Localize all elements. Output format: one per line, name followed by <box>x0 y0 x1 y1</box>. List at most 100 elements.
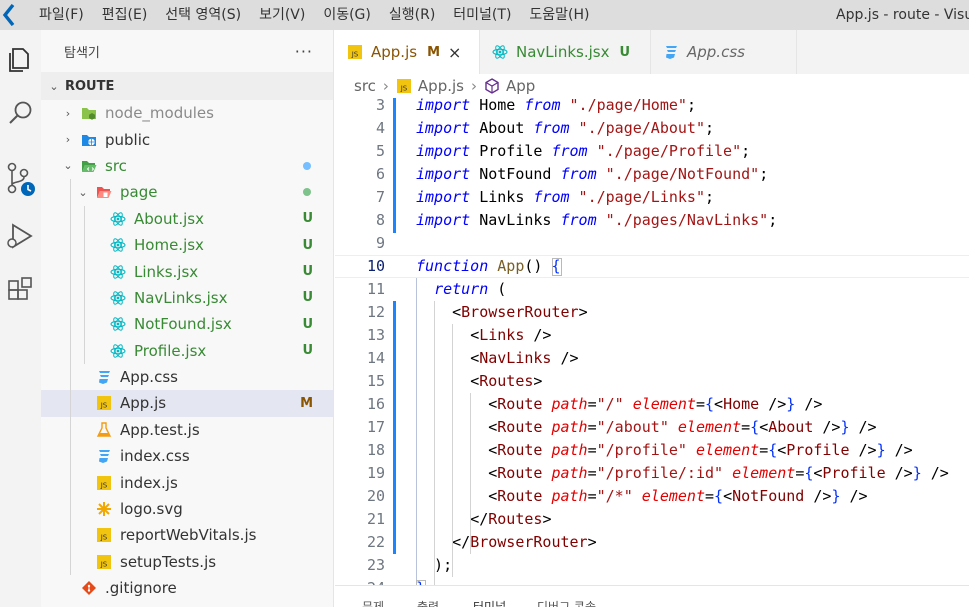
tree-item-index-js[interactable]: JS index.js <box>41 469 333 496</box>
code-line: 22 </BrowserRouter> <box>335 531 969 554</box>
code-token: element <box>632 487 705 505</box>
code-token: element <box>668 418 742 436</box>
tree-item-node-modules[interactable]: › node_modules <box>41 100 333 126</box>
code-token: < <box>488 441 498 459</box>
breadcrumb-file[interactable]: App.js <box>418 77 464 95</box>
workspace-section-header[interactable]: ⌄ ROUTE <box>41 72 333 100</box>
tree-item-public[interactable]: › public <box>41 126 333 152</box>
menu-item[interactable]: 편집(E) <box>93 0 157 30</box>
js-icon: JS <box>96 527 112 543</box>
code-token: path <box>542 441 588 459</box>
tree-item-profile-jsx[interactable]: Profile.jsx U <box>41 337 333 364</box>
tab-app-css[interactable]: App.css <box>651 30 797 74</box>
code-token: Route <box>497 418 543 436</box>
tab-app-js[interactable]: JS App.js M × <box>335 30 480 74</box>
code-line: 12 <BrowserRouter> <box>335 301 969 324</box>
source-control-icon[interactable] <box>0 154 41 204</box>
code-token: = <box>587 487 597 505</box>
tree-item-setuptests-js[interactable]: JS setupTests.js <box>41 548 333 576</box>
code-token: ; <box>686 98 696 114</box>
code-token: "./page/About" <box>569 119 705 137</box>
code-token: ; <box>759 165 769 183</box>
tree-item-gitignore[interactable]: .gitignore <box>41 575 333 601</box>
tab-problems[interactable]: 문제 <box>362 598 384 607</box>
tree-item-navlinks-jsx[interactable]: NavLinks.jsx U <box>41 284 333 312</box>
js-icon: JS <box>96 475 112 491</box>
tree-item-app-css[interactable]: App.css <box>41 363 333 391</box>
more-actions-icon[interactable]: ··· <box>295 42 313 61</box>
line-code: <NavLinks /> <box>416 347 578 370</box>
tab-navlinks-jsx[interactable]: NavLinks.jsx U <box>480 30 651 74</box>
code-token: function <box>416 257 489 275</box>
menu-item[interactable]: 터미널(T) <box>444 0 520 30</box>
tree-item-src[interactable]: ⌄ src <box>41 153 333 179</box>
chevron-down-icon: ⌄ <box>63 159 73 173</box>
tree-item-reportwebvitals-js[interactable]: JS reportWebVitals.js <box>41 522 333 549</box>
git-status-badge: U <box>619 44 631 60</box>
chevron-right-icon: › <box>65 106 71 120</box>
react-icon <box>110 316 126 332</box>
indent-guide <box>452 324 453 577</box>
chevron-down-icon: ⌄ <box>49 79 59 93</box>
explorer-icon[interactable] <box>0 33 41 83</box>
extensions-icon[interactable] <box>0 266 41 316</box>
breadcrumb-src[interactable]: src <box>354 77 376 95</box>
tree-item-logo-svg[interactable]: logo.svg <box>41 495 333 523</box>
code-token: < <box>488 418 498 436</box>
menu-item[interactable]: 도움말(H) <box>520 0 598 30</box>
code-token: /> <box>804 487 832 505</box>
tab-output[interactable]: 출력 <box>417 598 439 607</box>
svg-text:JS: JS <box>400 85 408 93</box>
tree-item-label: Profile.jsx <box>134 341 207 360</box>
tree-item-app-js[interactable]: JS App.js M <box>41 390 333 417</box>
modified-line-marker <box>393 301 396 554</box>
indent-guide <box>70 231 71 259</box>
close-icon[interactable]: × <box>448 43 461 62</box>
tree-item-notfound-jsx[interactable]: NotFound.jsx U <box>41 311 333 338</box>
line-number: 6 <box>375 165 385 183</box>
search-icon[interactable] <box>0 88 41 138</box>
line-number: 5 <box>375 142 385 160</box>
tree-item-home-jsx[interactable]: Home.jsx U <box>41 231 333 259</box>
line-number: 3 <box>375 98 385 114</box>
menu-item[interactable]: 파일(F) <box>30 0 93 30</box>
line-code: import Profile from "./page/Profile"; <box>416 140 750 163</box>
git-icon <box>81 580 97 596</box>
indent-guide <box>70 416 71 444</box>
tab-terminal[interactable]: 터미널 <box>473 598 506 607</box>
code-token: < <box>777 441 787 459</box>
line-number: 22 <box>366 533 385 551</box>
tree-item-page[interactable]: ⌄ page <box>41 179 333 206</box>
menu-item[interactable]: 선택 영역(S) <box>156 0 250 30</box>
code-editor[interactable]: 3 import Home from "./page/Home"; 4 import … <box>335 98 969 585</box>
line-code: import Links from "./page/Links"; <box>416 186 714 209</box>
menu-item[interactable]: 실행(R) <box>380 0 444 30</box>
breadcrumb-symbol[interactable]: App <box>506 77 535 95</box>
run-debug-icon[interactable] <box>0 211 41 261</box>
line-number: 10 <box>366 257 385 275</box>
tree-item-app-test-js[interactable]: App.test.js <box>41 416 333 444</box>
menu-bar: 파일(F) 편집(E) 선택 영역(S) 보기(V) 이동(G) 실행(R) 터미널(T) 도… <box>30 0 599 30</box>
code-token: ; <box>741 142 751 160</box>
menu-item[interactable]: 이동(G) <box>314 0 380 30</box>
code-token: from <box>560 211 597 229</box>
line-code: import NotFound from "./page/NotFound"; <box>416 163 768 186</box>
code-token: < <box>470 349 480 367</box>
code-token: /> <box>759 395 787 413</box>
indent-guide <box>470 393 471 554</box>
tab-debug-console[interactable]: 디버그 콘솔 <box>537 598 596 607</box>
tree-item-links-jsx[interactable]: Links.jsx U <box>41 258 333 285</box>
code-token: from <box>551 142 588 160</box>
indent-guide <box>84 284 85 312</box>
code-token: path <box>542 487 588 505</box>
indent-guide <box>70 363 71 391</box>
menu-item[interactable]: 보기(V) <box>250 0 314 30</box>
code-line: 3 import Home from "./page/Home"; <box>335 98 969 117</box>
code-token: Home <box>470 98 525 114</box>
indent-guide <box>70 390 71 417</box>
indent-guide <box>84 231 85 259</box>
tree-item-index-css[interactable]: index.css <box>41 443 333 470</box>
indent-guide <box>84 258 85 285</box>
tree-item-about-jsx[interactable]: About.jsx U <box>41 205 333 232</box>
